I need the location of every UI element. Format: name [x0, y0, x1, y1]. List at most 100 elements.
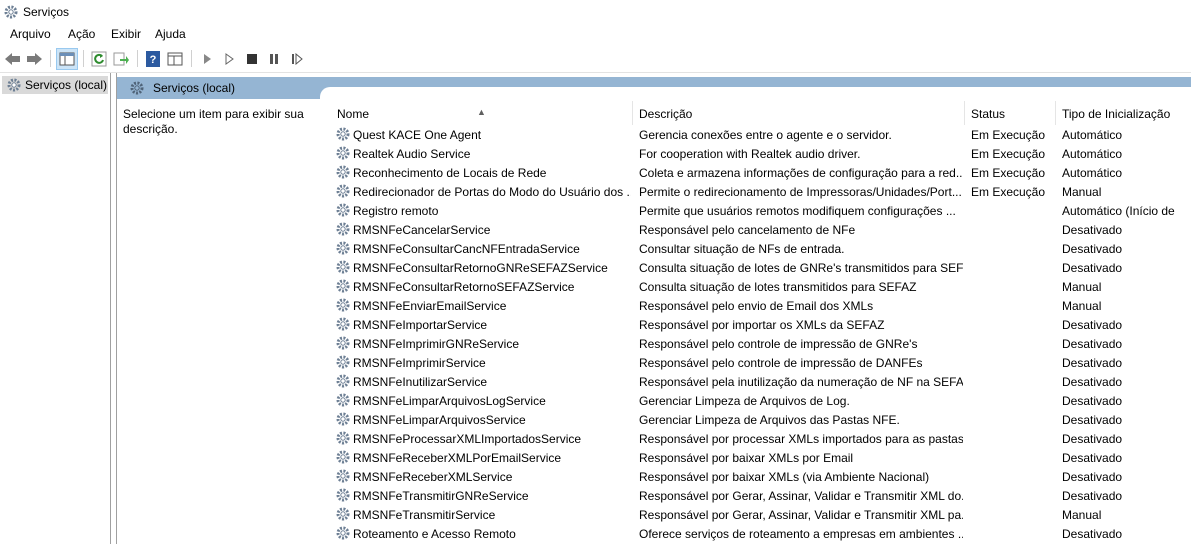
service-startup-type: Desativado [1062, 527, 1123, 541]
column-header-startup-type[interactable]: Tipo de Inicialização [1062, 107, 1170, 121]
table-row[interactable]: RMSNFeTransmitirService Responsável por G… [327, 505, 1191, 524]
service-startup-type: Automático [1062, 147, 1123, 161]
service-status: Em Execução [971, 147, 1046, 161]
window-title: Serviços [23, 5, 70, 19]
service-description: Permite que usuários remotos modifiquem … [639, 204, 956, 218]
table-row[interactable]: RMSNFeConsultarRetornoSEFAZService Consul… [327, 277, 1191, 296]
service-gear-icon [335, 297, 351, 316]
service-description: Responsável pelo cancelamento de NFe [639, 223, 856, 237]
table-row[interactable]: RMSNFeImportarService Responsável por imp… [327, 315, 1191, 334]
service-gear-icon [335, 278, 351, 297]
service-name: Quest KACE One Agent [353, 128, 482, 142]
help-icon[interactable]: ? [143, 49, 163, 69]
service-startup-type: Manual [1062, 280, 1102, 294]
export-list-icon[interactable] [111, 49, 131, 69]
table-row[interactable]: RMSNFeProcessarXMLImportadosService Respo… [327, 429, 1191, 448]
service-startup-type: Manual [1062, 508, 1102, 522]
service-gear-icon [335, 145, 351, 164]
start-service-alt-icon[interactable] [219, 49, 239, 69]
back-arrow-icon[interactable] [3, 49, 23, 69]
table-row[interactable]: RMSNFeLimparArquivosLogService Gerenciar … [327, 391, 1191, 410]
service-gear-icon [335, 506, 351, 525]
column-header-description[interactable]: Descrição [639, 107, 692, 121]
service-gear-icon [335, 449, 351, 468]
table-row[interactable]: RMSNFeImprimirService Responsável pelo co… [327, 353, 1191, 372]
service-gear-icon [335, 411, 351, 430]
service-startup-type: Desativado [1062, 375, 1123, 389]
service-description: Gerencia conexões entre o agente e o ser… [639, 128, 892, 142]
table-row[interactable]: RMSNFeCancelarService Responsável pelo ca… [327, 220, 1191, 239]
table-row[interactable]: RMSNFeLimparArquivosService Gerenciar Lim… [327, 410, 1191, 429]
service-startup-type: Desativado [1062, 489, 1123, 503]
service-name: RMSNFeTransmitirService [353, 508, 496, 522]
service-startup-type: Desativado [1062, 261, 1123, 275]
service-startup-type: Automático [1062, 128, 1123, 142]
service-name: RMSNFeImprimirService [353, 356, 486, 370]
service-startup-type: Desativado [1062, 413, 1123, 427]
service-name: RMSNFeLimparArquivosService [353, 413, 526, 427]
column-header-status[interactable]: Status [971, 107, 1005, 121]
start-service-icon[interactable] [197, 49, 217, 69]
service-startup-type: Desativado [1062, 223, 1123, 237]
stop-service-icon[interactable] [242, 49, 262, 69]
column-header-name[interactable]: Nome [337, 107, 369, 121]
service-description: Responsável por importar os XMLs da SEFA… [639, 318, 885, 332]
table-row[interactable]: RMSNFeInutilizarService Responsável pela … [327, 372, 1191, 391]
forward-arrow-icon[interactable] [24, 49, 44, 69]
service-startup-type: Desativado [1062, 356, 1123, 370]
menu-ajuda[interactable]: Ajuda [155, 27, 186, 41]
table-row[interactable]: RMSNFeImprimirGNReService Responsável pel… [327, 334, 1191, 353]
table-row[interactable]: RMSNFeReceberXMLService Responsável por b… [327, 467, 1191, 486]
service-gear-icon [335, 373, 351, 392]
table-row[interactable]: RMSNFeEnviarEmailService Responsável pelo… [327, 296, 1191, 315]
service-startup-type: Desativado [1062, 451, 1123, 465]
table-row[interactable]: RMSNFeReceberXMLPorEmailService Responsáv… [327, 448, 1191, 467]
service-startup-type: Desativado [1062, 318, 1123, 332]
service-startup-type: Desativado [1062, 337, 1123, 351]
service-startup-type: Automático (Início de [1062, 204, 1175, 218]
service-name: RMSNFeEnviarEmailService [353, 299, 507, 313]
menu-exibir[interactable]: Exibir [111, 27, 141, 41]
table-row[interactable]: Reconhecimento de Locais de Rede Coleta e… [327, 163, 1191, 182]
properties-icon[interactable] [165, 49, 185, 69]
service-name: RMSNFeConsultarCancNFEntradaService [353, 242, 580, 256]
table-row[interactable]: Registro remoto Permite que usuários remo… [327, 201, 1191, 220]
toolbar: ? [0, 45, 1191, 73]
menu-acao[interactable]: Ação [68, 27, 95, 41]
service-gear-icon [335, 183, 351, 202]
service-name: RMSNFeInutilizarService [353, 375, 488, 389]
service-description: Responsável por Gerar, Assinar, Validar … [639, 508, 963, 522]
table-row[interactable]: Quest KACE One Agent Gerencia conexões en… [327, 125, 1191, 144]
sort-ascending-icon: ▲ [477, 107, 486, 117]
service-startup-type: Manual [1062, 299, 1102, 313]
service-name: RMSNFeReceberXMLPorEmailService [353, 451, 562, 465]
table-row[interactable]: RMSNFeConsultarCancNFEntradaService Consu… [327, 239, 1191, 258]
menu-arquivo[interactable]: Arquivo [10, 27, 51, 41]
pause-service-icon[interactable] [264, 49, 284, 69]
show-hide-console-tree-icon[interactable] [56, 48, 78, 70]
service-description: Permite o redirecionamento de Impressora… [639, 185, 962, 199]
service-status: Em Execução [971, 166, 1046, 180]
details-pane: Serviços (local) Selecione um item para … [116, 73, 1191, 544]
table-row[interactable]: RMSNFeConsultarRetornoGNReSEFAZService Co… [327, 258, 1191, 277]
service-status: Em Execução [971, 128, 1046, 142]
table-row[interactable]: RMSNFeTransmitirGNReService Responsável p… [327, 486, 1191, 505]
list-header: ▲ Nome Descrição Status Tipo de Iniciali… [327, 99, 1191, 127]
refresh-icon[interactable] [89, 49, 109, 69]
service-description: Consulta situação de lotes de GNRe's tra… [639, 261, 963, 275]
table-row[interactable]: Roteamento e Acesso Remoto Oferece serviç… [327, 524, 1191, 543]
description-pane: Selecione um item para exibir sua descri… [123, 107, 304, 136]
table-row[interactable]: Redirecionador de Portas do Modo do Usuá… [327, 182, 1191, 201]
menu-bar: Arquivo Ação Exibir Ajuda [0, 24, 1191, 44]
restart-service-icon[interactable] [287, 49, 307, 69]
service-description: Consulta situação de lotes transmitidos … [639, 280, 917, 294]
service-startup-type: Desativado [1062, 394, 1123, 408]
table-row[interactable]: Realtek Audio Service For cooperation wit… [327, 144, 1191, 163]
service-description: Responsável pelo envio de Email dos XMLs [639, 299, 874, 313]
services-list: ▲ Nome Descrição Status Tipo de Iniciali… [327, 99, 1191, 544]
tree-item-label: Serviços (local) [25, 78, 108, 92]
tree-item-services-local[interactable]: Serviços (local) [2, 76, 108, 94]
service-name: RMSNFeImprimirGNReService [353, 337, 520, 351]
service-name: RMSNFeConsultarRetornoGNReSEFAZService [353, 261, 608, 275]
service-gear-icon [335, 525, 351, 544]
